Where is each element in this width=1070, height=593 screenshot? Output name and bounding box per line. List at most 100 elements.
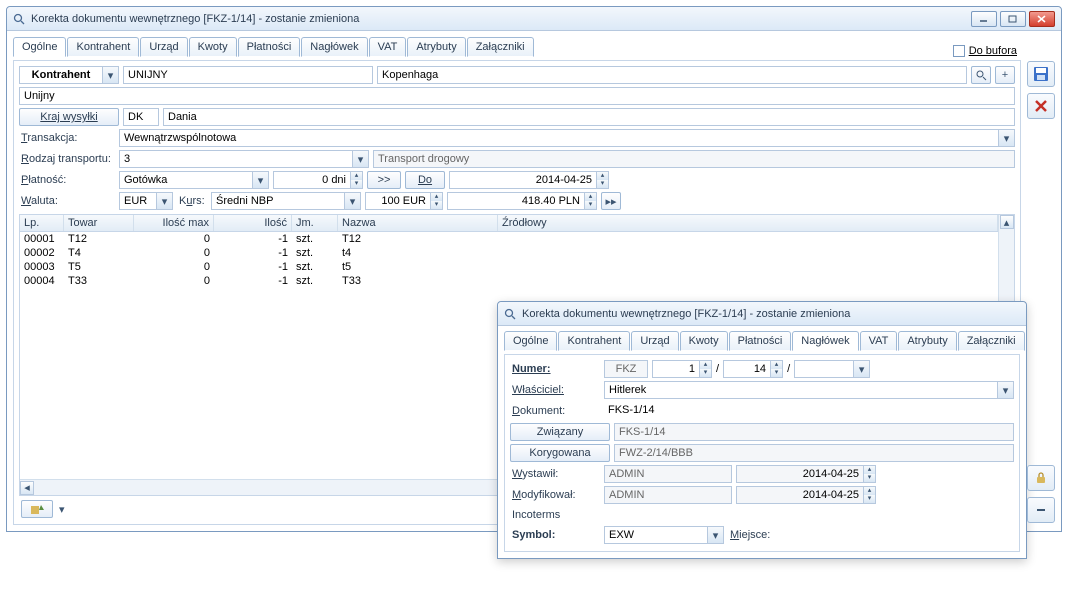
dokument-label: Dokument: — [510, 403, 600, 419]
tab2-kontrahent[interactable]: Kontrahent — [558, 331, 630, 351]
kraj-wysylki-button[interactable]: Kraj wysyłki — [19, 108, 119, 126]
close-button[interactable] — [1029, 11, 1055, 27]
incoterms-label: Incoterms — [510, 507, 600, 523]
main-tabs: Ogólne Kontrahent Urząd Kwoty Płatności … — [13, 37, 1021, 57]
collapse-button[interactable] — [1027, 497, 1055, 523]
table-row[interactable]: 00001T120-1szt.T12 — [20, 232, 998, 246]
do-bufora-checkbox[interactable] — [953, 45, 965, 57]
platnosc-dni-field[interactable]: 0 dni▴▾ — [273, 171, 363, 189]
kraj-name-field[interactable]: Dania — [163, 108, 1015, 126]
main-titlebar[interactable]: Korekta dokumentu wewnętrznego [FKZ-1/14… — [7, 7, 1061, 31]
side-toolbar — [1027, 61, 1055, 119]
symbol-dropdown[interactable]: EXW▾ — [604, 526, 724, 544]
chevron-down-icon[interactable]: ▾ — [252, 172, 268, 188]
chevron-down-icon[interactable]: ▾ — [156, 193, 172, 209]
zwiazany-field: FKS-1/14 — [614, 423, 1014, 441]
numer-b-field[interactable]: 14▴▾ — [723, 360, 783, 378]
korygowana-field: FWZ-2/14/BBB — [614, 444, 1014, 462]
tab-kontrahent[interactable]: Kontrahent — [67, 37, 139, 57]
secondary-window-title: Korekta dokumentu wewnętrznego [FKZ-1/14… — [522, 308, 1020, 320]
modyfikowal-date-field: 2014-04-25▴▾ — [736, 486, 876, 504]
tab2-platnosci[interactable]: Płatności — [729, 331, 792, 351]
footer-load-button[interactable] — [21, 500, 53, 518]
wystawil-field: ADMIN — [604, 465, 732, 483]
tab-urzad[interactable]: Urząd — [140, 37, 187, 57]
table-row[interactable]: 00003T50-1szt.t5 — [20, 260, 998, 274]
rodzaj-transportu-dropdown[interactable]: 3▾ — [119, 150, 369, 168]
tab-zalaczniki[interactable]: Załączniki — [467, 37, 534, 57]
miejsce-label: Miejsce: — [728, 527, 772, 543]
tab-atrybuty[interactable]: Atrybuty — [407, 37, 465, 57]
table-row[interactable]: 00004T330-1szt.T33 — [20, 274, 998, 288]
maximize-button[interactable] — [1000, 11, 1026, 27]
main-window: Korekta dokumentu wewnętrznego [FKZ-1/14… — [6, 6, 1062, 532]
numer-suffix-dropdown[interactable]: ▾ — [794, 360, 870, 378]
minimize-button[interactable] — [971, 11, 997, 27]
magnify-icon — [504, 308, 516, 320]
numer-label: Numer: — [510, 361, 600, 377]
do-button[interactable]: Do — [405, 171, 445, 189]
tab2-atrybuty[interactable]: Atrybuty — [898, 331, 956, 351]
korygowana-button[interactable]: Korygowana — [510, 444, 610, 462]
arrow-button[interactable]: >> — [367, 171, 401, 189]
tab-ogolne[interactable]: Ogólne — [13, 37, 66, 57]
search-kontrahent-button[interactable] — [971, 66, 991, 84]
tab2-urzad[interactable]: Urząd — [631, 331, 678, 351]
kurs-refresh-button[interactable]: ▸▸ — [601, 192, 621, 210]
lock-button[interactable] — [1027, 465, 1055, 491]
numer-prefix-field: FKZ — [604, 360, 648, 378]
kurs-eur-field[interactable]: 100 EUR▴▾ — [365, 192, 443, 210]
tab-vat[interactable]: VAT — [369, 37, 407, 57]
cancel-button[interactable] — [1027, 93, 1055, 119]
numer-a-field[interactable]: 1▴▾ — [652, 360, 712, 378]
zwiazany-button[interactable]: Związany — [510, 423, 610, 441]
table-row[interactable]: 00002T40-1szt.t4 — [20, 246, 998, 260]
transakcja-label: Transakcja: — [19, 130, 115, 146]
wystawil-date-field: 2014-04-25▴▾ — [736, 465, 876, 483]
kontrahent-desc-field[interactable]: Unijny — [19, 87, 1015, 105]
chevron-down-icon[interactable]: ▾ — [998, 130, 1014, 146]
save-button[interactable] — [1027, 61, 1055, 87]
tab2-vat[interactable]: VAT — [860, 331, 898, 351]
dokument-value: FKS-1/14 — [604, 402, 1014, 420]
window-title: Korekta dokumentu wewnętrznego [FKZ-1/14… — [31, 13, 971, 25]
tab-kwoty[interactable]: Kwoty — [189, 37, 237, 57]
tab2-ogolne[interactable]: Ogólne — [504, 331, 557, 351]
tab2-zalaczniki[interactable]: Załączniki — [958, 331, 1025, 351]
tab2-kwoty[interactable]: Kwoty — [680, 331, 728, 351]
kurs-pln-field[interactable]: 418.40 PLN▴▾ — [447, 192, 597, 210]
tab-platnosci[interactable]: Płatności — [238, 37, 301, 57]
side-toolbar-bottom — [1027, 465, 1055, 523]
kontrahent-button[interactable]: Kontrahent▾ — [19, 66, 119, 84]
chevron-down-icon[interactable]: ▾ — [102, 67, 118, 83]
chevron-down-icon[interactable]: ▾ — [997, 382, 1013, 398]
kurs-type-dropdown[interactable]: Średni NBP▾ — [211, 192, 361, 210]
wlasciciel-label: Właściciel: — [510, 382, 600, 398]
plus-kontrahent-button[interactable]: + — [995, 66, 1015, 84]
platnosc-date-field[interactable]: 2014-04-25▴▾ — [449, 171, 609, 189]
chevron-down-icon[interactable]: ▾ — [59, 503, 65, 516]
rodzaj-transportu-label: Rodzaj transportu: — [19, 151, 115, 167]
tab2-naglowek[interactable]: Nagłówek — [792, 331, 858, 351]
platnosc-label: Płatność: — [19, 172, 115, 188]
do-bufora-label: Do bufora — [969, 45, 1017, 57]
modyfikowal-label: Modyfikował: — [510, 487, 600, 503]
chevron-down-icon[interactable]: ▾ — [352, 151, 368, 167]
waluta-dropdown[interactable]: EUR▾ — [119, 192, 173, 210]
wlasciciel-dropdown[interactable]: Hitlerek▾ — [604, 381, 1014, 399]
kurs-label: Kurs: — [177, 193, 207, 209]
secondary-window: Korekta dokumentu wewnętrznego [FKZ-1/14… — [497, 301, 1027, 559]
chevron-down-icon[interactable]: ▾ — [344, 193, 360, 209]
secondary-titlebar[interactable]: Korekta dokumentu wewnętrznego [FKZ-1/14… — [498, 302, 1026, 326]
platnosc-dropdown[interactable]: Gotówka▾ — [119, 171, 269, 189]
transakcja-dropdown[interactable]: Wewnątrzwspólnotowa▾ — [119, 129, 1015, 147]
kraj-code-field[interactable]: DK — [123, 108, 159, 126]
kontrahent-city-field[interactable]: Kopenhaga — [377, 66, 967, 84]
grid-header: Lp. Towar Ilość max Ilość Jm. Nazwa Źród… — [20, 215, 998, 232]
slash-label-2: / — [787, 363, 790, 375]
secondary-tabs: Ogólne Kontrahent Urząd Kwoty Płatności … — [504, 331, 1020, 351]
chevron-down-icon[interactable]: ▾ — [853, 361, 869, 377]
kontrahent-code-field[interactable]: UNIJNY — [123, 66, 373, 84]
tab-naglowek[interactable]: Nagłówek — [301, 37, 367, 57]
chevron-down-icon[interactable]: ▾ — [707, 527, 723, 543]
